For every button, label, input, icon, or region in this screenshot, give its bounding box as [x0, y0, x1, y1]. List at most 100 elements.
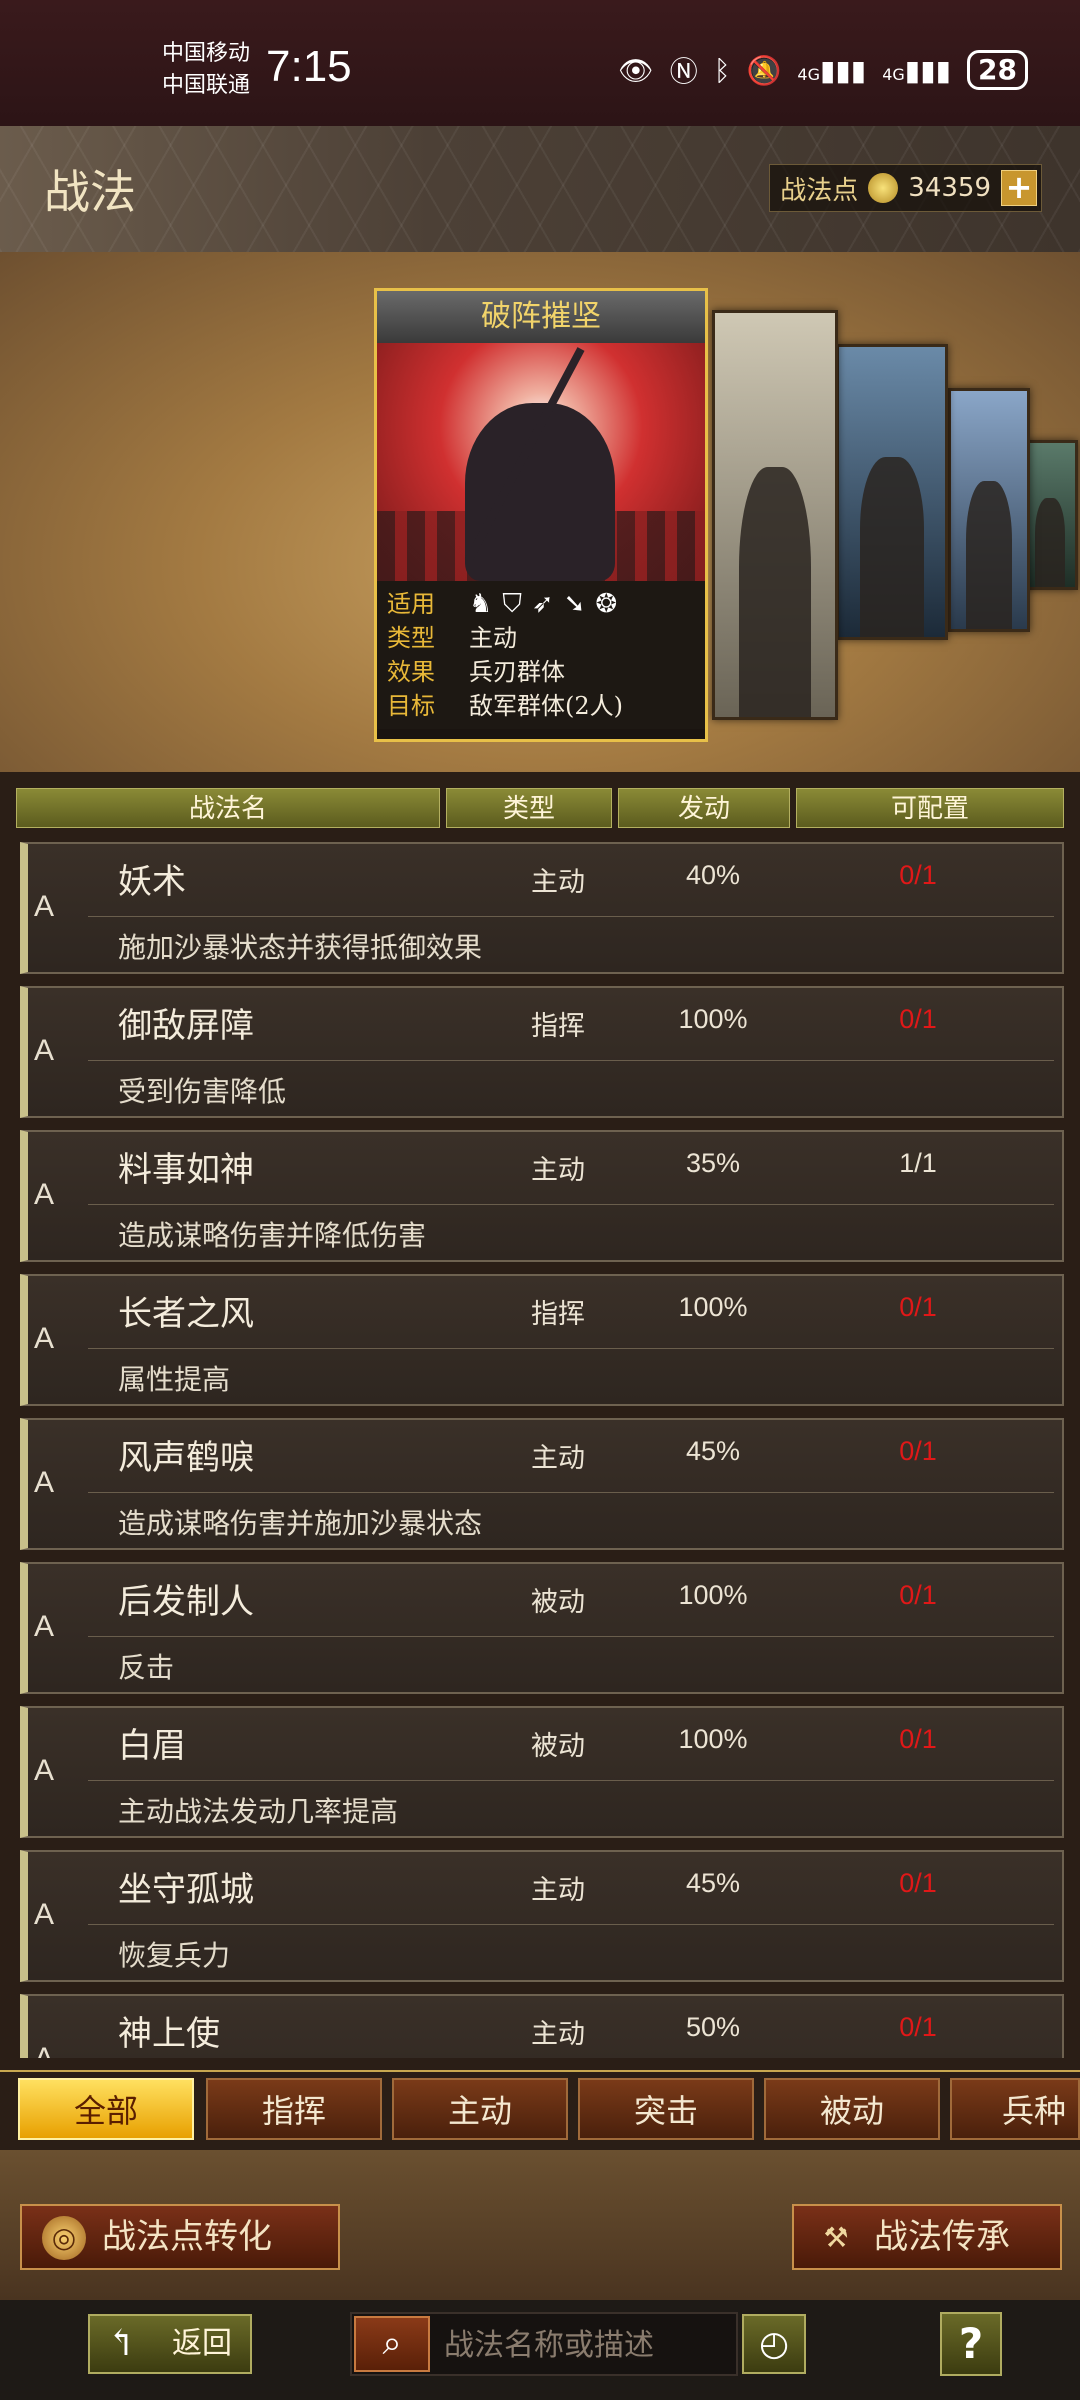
- row-description: 反击: [118, 1651, 175, 1684]
- row-grade: A: [34, 1610, 55, 1643]
- row-rate: 100%: [678, 1292, 748, 1322]
- page-title: 战法: [44, 165, 136, 219]
- row-description: 属性提高: [118, 1363, 231, 1396]
- row-type: 指挥: [531, 1011, 585, 1042]
- mute-icon: 🔕: [746, 53, 782, 87]
- info-key: 适用: [387, 590, 435, 618]
- row-config: 0/1: [899, 860, 937, 890]
- row-rate: 100%: [678, 1580, 748, 1610]
- help-button[interactable]: ?: [940, 2312, 1002, 2376]
- column-header-name[interactable]: 战法名: [16, 788, 440, 828]
- search-box: ⌕: [350, 2312, 738, 2376]
- action-area: ◎ 战法点转化 ⚒ 战法传承: [0, 2150, 1080, 2300]
- row-rate: 40%: [685, 860, 741, 890]
- row-grade: A: [34, 1322, 55, 1355]
- table-row[interactable]: A 妖术 主动 40% 0/1 施加沙暴状态并获得抵御效果: [20, 842, 1064, 974]
- row-type: 主动: [531, 867, 585, 898]
- info-row-type: 类型 主动: [387, 621, 695, 655]
- info-row-target: 目标 敌军群体(2人): [387, 689, 695, 723]
- table-row[interactable]: A 御敌屏障 指挥 100% 0/1 受到伤害降低: [20, 986, 1064, 1118]
- carousel-card[interactable]: [712, 310, 838, 720]
- tab-active[interactable]: 主动: [392, 2078, 568, 2140]
- row-divider: [88, 1060, 1054, 1061]
- row-name: 御敌屏障: [118, 1006, 254, 1046]
- coin-icon: [868, 173, 899, 203]
- spear-icon: ➘: [563, 589, 586, 619]
- carousel-card[interactable]: [1022, 440, 1078, 590]
- row-config: 0/1: [899, 2012, 937, 2042]
- add-points-button[interactable]: +: [1001, 170, 1037, 206]
- row-rate: 100%: [678, 1004, 748, 1034]
- table-row[interactable]: A 坐守孤城 主动 45% 0/1 恢复兵力: [20, 1850, 1064, 1982]
- row-divider: [88, 1780, 1054, 1781]
- row-rate: 35%: [685, 1148, 741, 1178]
- row-name: 妖术: [118, 862, 186, 902]
- row-grade: A: [34, 1898, 55, 1931]
- bluetooth-icon: ᛒ: [713, 53, 731, 87]
- table-row[interactable]: A 料事如神 主动 35% 1/1 造成谋略伤害并降低伤害: [20, 1130, 1064, 1262]
- row-description: 造成谋略伤害并降低伤害: [118, 1219, 427, 1252]
- info-key: 类型: [387, 624, 435, 652]
- row-type: 主动: [531, 2019, 585, 2050]
- carousel-card[interactable]: [836, 344, 948, 640]
- table-row[interactable]: A 白眉 被动 100% 0/1 主动战法发动几率提高: [20, 1706, 1064, 1838]
- info-row-applicable: 适用 ♞ ⛉ ➶ ➘ ❂: [387, 587, 695, 621]
- history-button[interactable]: ◴: [742, 2314, 806, 2374]
- table-row[interactable]: A 风声鹤唳 主动 45% 0/1 造成谋略伤害并施加沙暴状态: [20, 1418, 1064, 1550]
- row-description: 恢复兵力: [118, 1939, 231, 1972]
- row-grade: A: [34, 1754, 55, 1787]
- row-config: 0/1: [899, 1868, 937, 1898]
- column-header-config[interactable]: 可配置: [796, 788, 1064, 828]
- carousel-card[interactable]: [948, 388, 1030, 632]
- carrier-info: 中国移动 中国联通: [162, 38, 250, 102]
- convert-points-button[interactable]: ◎ 战法点转化: [20, 2204, 340, 2270]
- row-name: 料事如神: [118, 1150, 254, 1190]
- row-name: 长者之风: [118, 1294, 254, 1334]
- row-grade: A: [34, 2042, 54, 2058]
- search-input[interactable]: [442, 2324, 736, 2366]
- filter-tabs: 全部 指挥 主动 突击 被动 兵种: [0, 2070, 1080, 2142]
- clock-icon: ◴: [759, 2324, 789, 2364]
- row-type: 主动: [531, 1875, 585, 1906]
- featured-tactic-card[interactable]: 破阵摧坚 适用 ♞ ⛉ ➶ ➘ ❂ 类型 主动 效果 兵刃群体 目标 敌军群体(…: [374, 288, 708, 742]
- tab-passive[interactable]: 被动: [764, 2078, 940, 2140]
- row-config: 0/1: [899, 1436, 937, 1466]
- tab-assault[interactable]: 突击: [578, 2078, 754, 2140]
- column-header-rate[interactable]: 发动: [618, 788, 790, 828]
- eye-icon: 👁: [618, 53, 654, 87]
- row-name: 坐守孤城: [118, 1870, 254, 1910]
- card-art: [966, 481, 1012, 629]
- info-key: 效果: [387, 658, 435, 686]
- table-row[interactable]: A 长者之风 指挥 100% 0/1 属性提高: [20, 1274, 1064, 1406]
- tab-command[interactable]: 指挥: [206, 2078, 382, 2140]
- row-description: 主动战法发动几率提高: [118, 1795, 399, 1828]
- search-icon: ⌕: [382, 2323, 402, 2363]
- table-row[interactable]: A 神上使 主动 50% 0/1: [20, 1994, 1064, 2058]
- row-description: 受到伤害降低: [118, 1075, 287, 1108]
- inherit-tactic-button[interactable]: ⚒ 战法传承: [792, 2204, 1062, 2270]
- status-icons: 👁 Ⓝ ᛒ 🔕 4G▮▮▮ 4G▮▮▮ 28: [618, 50, 1028, 90]
- card-art: [860, 457, 924, 637]
- shield-icon: ⛉: [502, 589, 522, 619]
- search-button[interactable]: ⌕: [354, 2316, 430, 2372]
- featured-card-info: 适用 ♞ ⛉ ➶ ➘ ❂ 类型 主动 效果 兵刃群体 目标 敌军群体(2人): [377, 581, 705, 729]
- tactic-list[interactable]: A 妖术 主动 40% 0/1 施加沙暴状态并获得抵御效果 A 御敌屏障 指挥 …: [20, 842, 1064, 2058]
- row-rate: 45%: [685, 1436, 741, 1466]
- tactic-points-display: 战法点 34359 +: [769, 164, 1042, 212]
- back-button[interactable]: ↰ 返回: [88, 2314, 252, 2374]
- info-value: 兵刃群体: [469, 658, 565, 686]
- column-header-type[interactable]: 类型: [446, 788, 612, 828]
- carrier-2: 中国联通: [162, 73, 251, 98]
- row-rate: 45%: [685, 1868, 741, 1898]
- tab-troop[interactable]: 兵种: [950, 2078, 1080, 2140]
- row-config: 0/1: [899, 1004, 937, 1034]
- row-description: 施加沙暴状态并获得抵御效果: [118, 931, 483, 964]
- tab-all[interactable]: 全部: [18, 2078, 194, 2140]
- clock: 7:15: [266, 42, 352, 91]
- points-value: 34359: [908, 173, 991, 203]
- row-divider: [88, 916, 1054, 917]
- table-row[interactable]: A 后发制人 被动 100% 0/1 反击: [20, 1562, 1064, 1694]
- tactic-showcase: 破阵摧坚 适用 ♞ ⛉ ➶ ➘ ❂ 类型 主动 效果 兵刃群体 目标 敌军群体(…: [0, 252, 1080, 772]
- row-grade: A: [34, 1178, 55, 1211]
- row-divider: [88, 1492, 1054, 1493]
